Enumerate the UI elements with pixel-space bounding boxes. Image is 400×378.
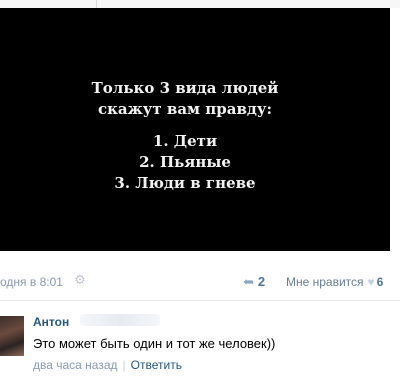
like-button[interactable]: Мне нравится ♥ 6 [286,275,383,289]
comment-text: Это может быть один и тот же человек)) [33,336,276,351]
blurred-author-surname [80,314,160,326]
image-line-1: Только 3 вида людей [91,79,279,97]
share-button[interactable]: ➦ 2 [243,274,265,290]
top-strip [0,0,400,8]
comment-time[interactable]: два часа назад [33,358,118,372]
post-image-text: Только 3 вида людей скажут вам правду: 1… [0,78,370,194]
image-line-5: 3. Люди в гневе [114,174,256,192]
avatar[interactable] [0,316,24,356]
comment-meta: два часа назад | Ответить [33,358,182,372]
divider-tick [96,0,97,8]
post-meta-row: одня в 8:01 ⚙ ➦ 2 Мне нравится ♥ 6 [0,268,400,296]
share-icon: ➦ [243,274,254,289]
separator: | [122,358,126,372]
post-date[interactable]: одня в 8:01 [0,275,63,289]
like-count: 6 [376,275,384,289]
heart-icon: ♥ [367,275,375,289]
image-line-2: скажут вам правду: [97,100,273,118]
divider [0,300,400,301]
reply-button[interactable]: Ответить [131,358,182,372]
image-line-4: 2. Пьяные [139,153,231,171]
comment-author[interactable]: Антон [33,315,69,329]
image-line-3: 1. Дети [152,132,218,150]
post-image[interactable]: Только 3 вида людей скажут вам правду: 1… [0,8,390,251]
share-count: 2 [257,274,266,289]
comment: Антон Это может быть один и тот же челов… [0,308,400,378]
gear-icon[interactable]: ⚙ [73,273,87,287]
like-label: Мне нравится [286,275,364,289]
